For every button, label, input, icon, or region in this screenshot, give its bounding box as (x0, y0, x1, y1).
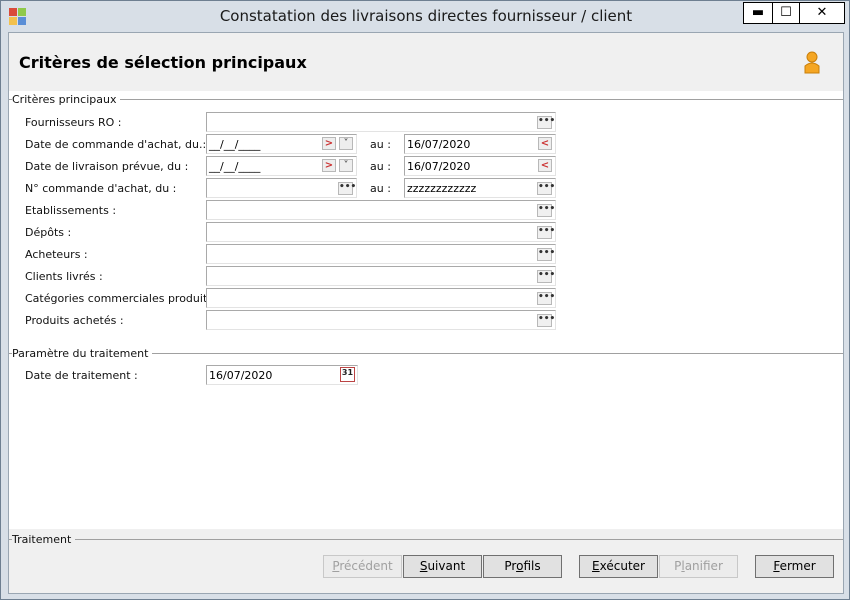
suivant-button[interactable]: Suivant (403, 555, 482, 578)
date-livraison-to-field[interactable]: 16/07/2020 < (404, 156, 556, 176)
fournisseurs-field[interactable]: ••• (206, 112, 556, 132)
group-title-params: Paramètre du traitement (12, 347, 153, 360)
ellipsis-icon[interactable]: ••• (537, 226, 555, 239)
fermer-button[interactable]: Fermer (755, 555, 834, 578)
group-separator (9, 539, 843, 540)
ellipsis-icon[interactable]: ••• (338, 182, 356, 195)
chevron-right-icon[interactable]: > (322, 159, 336, 172)
clients-label: Clients livrés : (25, 270, 103, 283)
chevron-left-icon[interactable]: < (538, 137, 552, 150)
chevron-left-icon[interactable]: < (538, 159, 552, 172)
ellipsis-icon[interactable]: ••• (537, 116, 555, 129)
ellipsis-icon[interactable]: ••• (537, 248, 555, 261)
produits-field[interactable]: ••• (206, 310, 556, 330)
profils-button[interactable]: Profils (483, 555, 562, 578)
maximize-button[interactable]: ☐ (772, 2, 800, 24)
date-traitement-value: 16/07/2020 (209, 369, 273, 382)
calendar-icon[interactable]: 31 (340, 367, 355, 382)
etablissements-label: Etablissements : (25, 204, 117, 217)
chevron-right-icon[interactable]: > (322, 137, 336, 150)
ellipsis-icon[interactable]: ••• (537, 270, 555, 283)
num-commande-to-field[interactable]: zzzzzzzzzzzz ••• (404, 178, 556, 198)
date-livraison-from-field[interactable]: __/__/____ > ˅ (206, 156, 357, 176)
group-title-main: Critères principaux (12, 93, 121, 106)
ellipsis-icon[interactable]: ••• (537, 204, 555, 217)
date-commande-from-value: __/__/____ (209, 138, 261, 151)
num-commande-to-label: au : (370, 182, 391, 195)
depots-field[interactable]: ••• (206, 222, 556, 242)
produits-label: Produits achetés : (25, 314, 124, 327)
ellipsis-icon[interactable]: ••• (537, 182, 555, 195)
clients-field[interactable]: ••• (206, 266, 556, 286)
precedent-button[interactable]: Précédent (323, 555, 402, 578)
date-livraison-to-label: au : (370, 160, 391, 173)
group-title-treatment: Traitement (12, 533, 76, 546)
user-icon[interactable] (803, 51, 821, 75)
ellipsis-icon[interactable]: ••• (537, 292, 555, 305)
etablissements-field[interactable]: ••• (206, 200, 556, 220)
title-bar[interactable]: Constatation des livraisons directes fou… (1, 1, 849, 32)
num-commande-from-field[interactable]: ••• (206, 178, 357, 198)
window-title: Constatation des livraisons directes fou… (219, 7, 633, 25)
fournisseurs-label: Fournisseurs RO : (25, 116, 122, 129)
header-panel: Critères de sélection principaux (9, 33, 843, 91)
chevron-down-icon[interactable]: ˅ (339, 159, 353, 172)
acheteurs-label: Acheteurs : (25, 248, 88, 261)
page-title: Critères de sélection principaux (19, 53, 307, 72)
date-traitement-label: Date de traitement : (25, 369, 138, 382)
num-commande-to-value: zzzzzzzzzzzz (407, 182, 477, 195)
form-area: Critères de sélection principaux Critère… (8, 32, 844, 594)
depots-label: Dépôts : (25, 226, 72, 239)
executer-button[interactable]: Exécuter (579, 555, 658, 578)
date-commande-from-field[interactable]: __/__/____ > ˅ (206, 134, 357, 154)
date-livraison-to-value: 16/07/2020 (407, 160, 471, 173)
ellipsis-icon[interactable]: ••• (537, 314, 555, 327)
minimize-button[interactable]: ▬ (743, 2, 773, 24)
categories-field[interactable]: ••• (206, 288, 556, 308)
num-commande-label: N° commande d'achat, du : (25, 182, 177, 195)
categories-label: Catégories commerciales produits : (25, 292, 221, 305)
date-commande-to-label: au : (370, 138, 391, 151)
date-commande-to-field[interactable]: 16/07/2020 < (404, 134, 556, 154)
close-button[interactable]: ✕ (799, 2, 845, 24)
planifier-button[interactable]: Planifier (659, 555, 738, 578)
date-livraison-label: Date de livraison prévue, du : (25, 160, 189, 173)
application-window: Constatation des livraisons directes fou… (0, 0, 850, 600)
date-livraison-from-value: __/__/____ (209, 160, 261, 173)
chevron-down-icon[interactable]: ˅ (339, 137, 353, 150)
acheteurs-field[interactable]: ••• (206, 244, 556, 264)
date-commande-to-value: 16/07/2020 (407, 138, 471, 151)
group-separator (9, 99, 843, 100)
date-traitement-field[interactable]: 16/07/2020 31 (206, 365, 358, 385)
date-commande-label: Date de commande d'achat, du.: (25, 138, 207, 151)
